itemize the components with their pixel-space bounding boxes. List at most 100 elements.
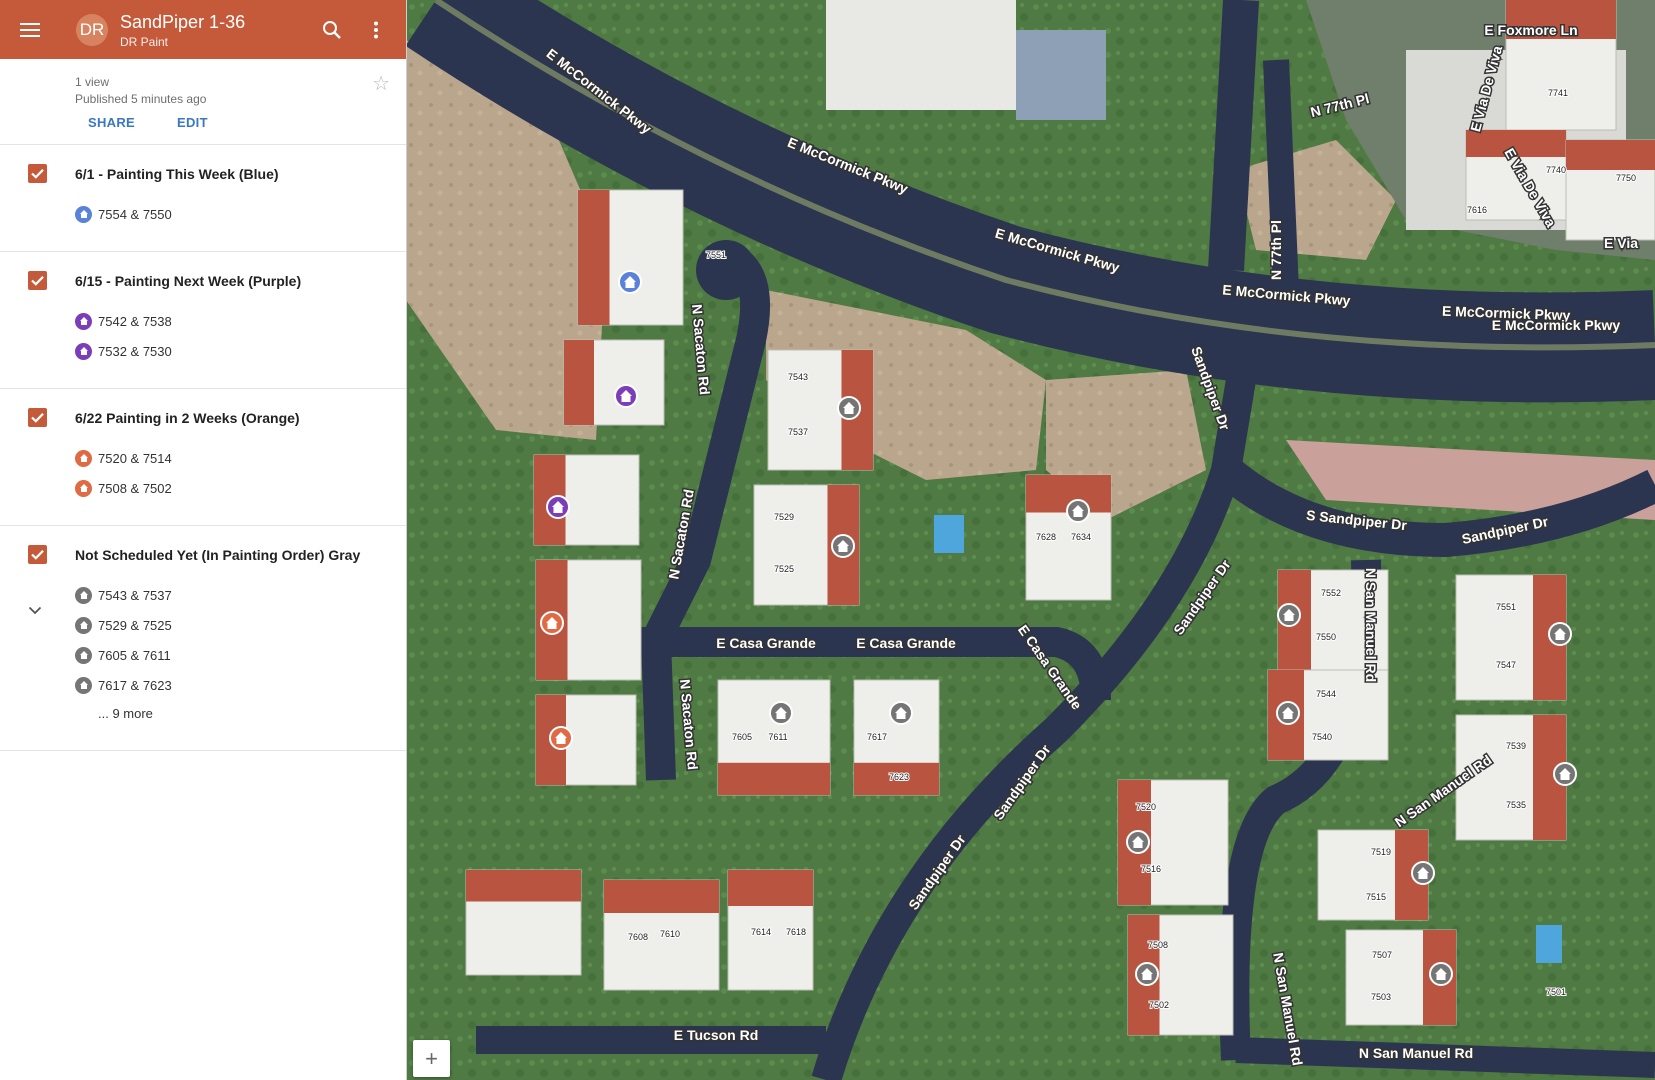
house-number-label: 7535 xyxy=(1506,800,1526,810)
home-marker-icon xyxy=(75,312,92,330)
list-item-label: 7532 & 7530 xyxy=(98,343,172,359)
house-number-label: 7741 xyxy=(1548,88,1568,98)
layer-checkbox[interactable] xyxy=(28,164,47,183)
home-marker-icon xyxy=(75,449,92,467)
edit-button[interactable]: EDIT xyxy=(177,115,208,130)
list-item[interactable]: 7542 & 7538 xyxy=(75,306,406,336)
red-tile-roof xyxy=(604,880,719,913)
home-map-marker[interactable] xyxy=(1553,762,1577,786)
house-number-label: 7540 xyxy=(1312,732,1332,742)
home-map-marker[interactable] xyxy=(549,726,573,750)
more-vert-icon[interactable] xyxy=(354,0,398,59)
home-map-marker[interactable] xyxy=(1066,499,1090,523)
tennis-court xyxy=(1016,30,1106,120)
share-button[interactable]: SHARE xyxy=(88,115,135,130)
house-number-label: 7551 xyxy=(706,250,726,260)
house-number-label: 7551 xyxy=(1496,602,1516,612)
red-tile-roof xyxy=(564,340,594,425)
home-map-marker[interactable] xyxy=(540,611,564,635)
home-marker-icon xyxy=(75,586,92,604)
home-map-marker[interactable] xyxy=(1429,962,1453,986)
list-item[interactable]: 7554 & 7550 xyxy=(75,199,406,229)
house-number-label: 7543 xyxy=(788,372,808,382)
house-number-label: 7547 xyxy=(1496,660,1516,670)
home-map-marker[interactable] xyxy=(618,270,642,294)
zoom-in-button[interactable]: + xyxy=(413,1040,450,1077)
house-number-label: 7614 xyxy=(751,927,771,937)
building xyxy=(826,0,1016,110)
avatar[interactable]: DR xyxy=(76,13,108,46)
list-item-label: 7543 & 7537 xyxy=(98,587,172,603)
info-panel: 1 view Published 5 minutes ago ☆ SHARE E… xyxy=(0,59,406,145)
home-marker-icon xyxy=(75,342,92,360)
sidebar: DR SandPiper 1-36 DR Paint 1 view Publis… xyxy=(0,0,407,1080)
house-number-label: 7610 xyxy=(660,929,680,939)
list-item[interactable]: 7529 & 7525 xyxy=(75,610,406,640)
house-number-label: 7507 xyxy=(1372,950,1392,960)
house-number-label: 7605 xyxy=(732,732,752,742)
search-icon[interactable] xyxy=(310,0,354,59)
hamburger-menu-icon[interactable] xyxy=(0,0,60,59)
house-number-label: 7623 xyxy=(889,772,909,782)
list-item[interactable]: 7543 & 7537 xyxy=(75,580,406,610)
home-map-marker[interactable] xyxy=(546,495,570,519)
layer-painting-this-week: 6/1 - Painting This Week (Blue) 7554 & 7… xyxy=(0,145,406,252)
home-map-marker[interactable] xyxy=(889,701,913,725)
list-item[interactable]: 7520 & 7514 xyxy=(75,443,406,473)
house-number-label: 7544 xyxy=(1316,689,1336,699)
red-tile-roof xyxy=(466,870,581,902)
list-item-label: 7542 & 7538 xyxy=(98,313,172,329)
home-map-marker[interactable] xyxy=(1411,861,1435,885)
road-label: E Casa Grande xyxy=(856,635,956,651)
list-item-label: 7605 & 7611 xyxy=(98,647,171,663)
home-map-marker[interactable] xyxy=(1126,830,1150,854)
list-item[interactable]: 7532 & 7530 xyxy=(75,336,406,366)
red-tile-roof xyxy=(718,762,830,795)
road-label: N San Manuel Rd xyxy=(1359,1045,1473,1061)
home-map-marker[interactable] xyxy=(837,396,861,420)
satellite-map[interactable]: E McCormick Pkwy E McCormick Pkwy E McCorm… xyxy=(406,0,1655,1080)
house-number-label: 7525 xyxy=(774,564,794,574)
road-label: E Foxmore Ln xyxy=(1484,22,1577,38)
red-tile-roof xyxy=(728,870,813,906)
house-number-label: 7515 xyxy=(1366,892,1386,902)
list-item[interactable]: 7617 & 7623 xyxy=(75,670,406,700)
layer-checkbox[interactable] xyxy=(28,545,47,564)
layer-title: 6/15 - Painting Next Week (Purple) xyxy=(75,273,302,289)
home-marker-icon xyxy=(75,676,92,694)
home-map-marker[interactable] xyxy=(769,701,793,725)
star-outline-icon[interactable]: ☆ xyxy=(372,71,390,96)
chevron-down-icon[interactable] xyxy=(28,602,42,620)
home-marker-icon xyxy=(75,646,92,664)
layer-painting-in-2-weeks: 6/22 Painting in 2 Weeks (Orange) 7520 &… xyxy=(0,389,406,526)
swimming-pool xyxy=(1536,925,1562,963)
list-item-label: 7529 & 7525 xyxy=(98,617,172,633)
home-map-marker[interactable] xyxy=(1548,622,1572,646)
home-map-marker[interactable] xyxy=(1276,701,1300,725)
house-number-label: 7539 xyxy=(1506,741,1526,751)
house-number-label: 7520 xyxy=(1136,802,1156,812)
house-number-label: 7750 xyxy=(1616,173,1636,183)
layer-title: Not Scheduled Yet (In Painting Order) Gr… xyxy=(75,547,361,563)
list-item[interactable]: 7605 & 7611 xyxy=(75,640,406,670)
house-number-label: 7502 xyxy=(1149,1000,1169,1010)
road-label: N 77th Pl xyxy=(1268,220,1284,280)
list-item[interactable]: 7508 & 7502 xyxy=(75,473,406,503)
house-number-label: 7550 xyxy=(1316,632,1336,642)
title-block: SandPiper 1-36 DR Paint xyxy=(120,11,310,49)
house-number-label: 7529 xyxy=(774,512,794,522)
home-map-marker[interactable] xyxy=(1135,962,1159,986)
layer-checkbox[interactable] xyxy=(28,408,47,427)
home-map-marker[interactable] xyxy=(614,384,638,408)
layer-title: 6/22 Painting in 2 Weeks (Orange) xyxy=(75,410,300,426)
house-number-label: 7552 xyxy=(1321,588,1341,598)
home-map-marker[interactable] xyxy=(831,534,855,558)
layer-checkbox[interactable] xyxy=(28,271,47,290)
more-items-link[interactable]: ... 9 more xyxy=(98,700,406,728)
home-marker-icon xyxy=(75,205,92,223)
house-number-label: 7634 xyxy=(1071,532,1091,542)
red-tile-roof xyxy=(1566,140,1655,170)
view-count: 1 view xyxy=(75,75,110,89)
home-marker-icon xyxy=(75,616,92,634)
home-map-marker[interactable] xyxy=(1277,603,1301,627)
